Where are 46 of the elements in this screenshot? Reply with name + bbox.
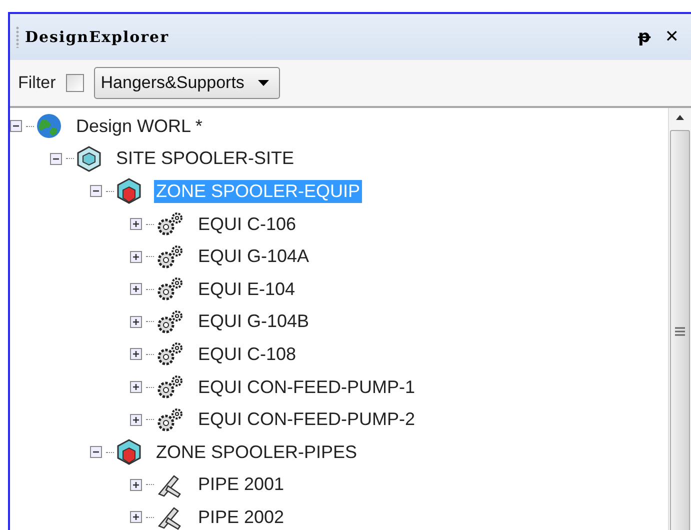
collapse-icon[interactable] (50, 152, 62, 165)
tree-item[interactable]: ZONE SPOOLER-PIPES (154, 440, 360, 464)
expand-icon[interactable] (130, 511, 142, 524)
tree-item[interactable]: EQUI G-104B (196, 310, 312, 334)
caret-icon (258, 80, 270, 86)
gears-icon (156, 406, 184, 433)
globe-icon (36, 113, 62, 140)
gears-icon (156, 244, 184, 270)
tree-item[interactable]: EQUI E-104 (196, 278, 298, 301)
scrollbar[interactable] (668, 108, 691, 530)
tree-item[interactable]: PIPE 2002 (196, 506, 286, 529)
tree-item[interactable]: SITE SPOOLER-SITE (114, 147, 296, 170)
expand-icon[interactable] (130, 316, 142, 328)
expand-icon[interactable] (130, 283, 142, 296)
collapse-icon[interactable] (90, 185, 102, 198)
gears-icon (156, 308, 184, 335)
filter-dropdown[interactable]: Hangers&Supports (94, 67, 280, 99)
grip-icon (675, 326, 685, 336)
tree-item[interactable]: Design WORL * (74, 114, 204, 138)
cube-icon (76, 146, 102, 172)
gears-icon (156, 374, 184, 400)
cube-icon (116, 178, 142, 204)
collapse-icon[interactable] (10, 120, 22, 132)
expand-icon[interactable] (130, 381, 142, 394)
tree-item[interactable]: EQUI G-104A (196, 245, 312, 268)
expand-icon[interactable] (130, 478, 142, 491)
tree-item[interactable]: EQUI C-106 (196, 212, 298, 236)
filter-label: Filter (18, 73, 56, 93)
close-button[interactable]: ✕ (660, 27, 683, 47)
cube-icon (116, 439, 142, 466)
tree-item[interactable]: EQUI C-108 (196, 342, 298, 366)
filter-checkbox[interactable] (66, 74, 84, 92)
pin-button[interactable]: ᵽ (634, 27, 655, 47)
tree-item[interactable]: EQUI CON-FEED-PUMP-1 (196, 376, 418, 399)
tree-item[interactable]: PIPE 2001 (196, 473, 286, 496)
tree-item[interactable]: EQUI CON-FEED-PUMP-2 (196, 408, 418, 432)
scroll-thumb[interactable] (670, 130, 690, 530)
gears-icon (156, 211, 184, 238)
gears-icon (156, 341, 184, 368)
expand-icon[interactable] (130, 348, 142, 360)
expand-icon[interactable] (130, 250, 142, 263)
expand-icon[interactable] (130, 414, 142, 426)
expand-icon[interactable] (130, 218, 142, 230)
gears-icon (156, 276, 184, 302)
collapse-icon[interactable] (90, 446, 102, 458)
panel-title: DesignExplorer (25, 28, 170, 46)
